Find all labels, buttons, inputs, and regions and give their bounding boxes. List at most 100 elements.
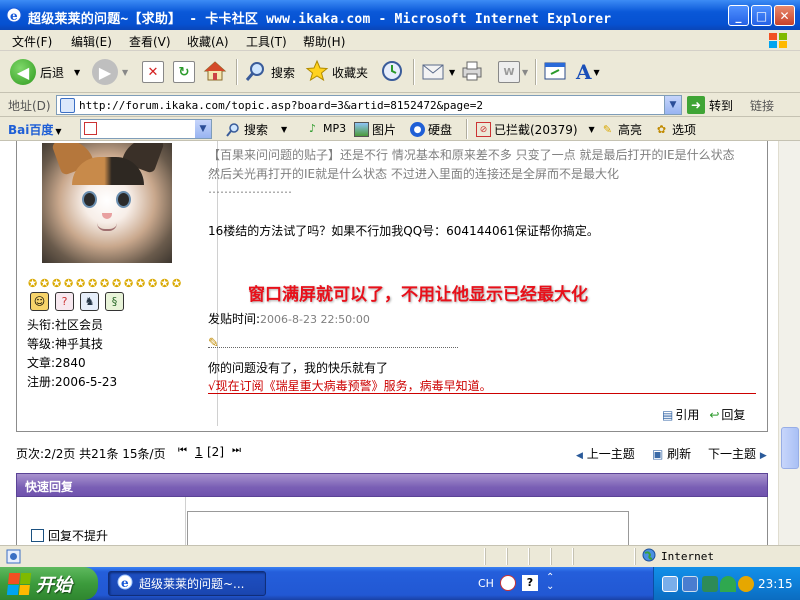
forward-button[interactable]: ▶ ▼ [92,56,128,88]
pencil-icon: ✎ [208,336,219,351]
stop-button[interactable]: ✕ [142,56,164,88]
no-bump-checkbox[interactable] [31,529,44,542]
close-button[interactable]: ✕ [774,5,795,26]
star-icon: ✪ [136,277,146,290]
menu-file[interactable]: 文件(F) [12,33,52,50]
edit-button[interactable]: W ▼ [498,56,528,88]
messenger-button[interactable] [543,56,567,88]
highlight-button[interactable]: ✎ 高亮 [600,121,642,138]
network-icon[interactable] [662,576,678,592]
drive-label: 硬盘 [428,123,453,137]
drive-button[interactable]: ● 硬盘 [410,121,452,138]
history-button[interactable] [380,56,404,88]
post-time: 发贴时间:2006-8-23 22:50:00 [208,310,370,327]
taskbar-window-label: 超级莱莱的问题~... [139,577,245,591]
print-button[interactable] [460,56,484,88]
prev-topic-link[interactable]: ◀ 上一主题 [576,445,635,462]
quote-button[interactable]: ▤ 引用 [662,406,699,423]
page-status-icon [6,549,21,567]
menu-help[interactable]: 帮助(H) [303,33,345,50]
search-icon [244,59,268,86]
reply-textarea[interactable] [187,511,629,545]
baidu-search-button[interactable]: 搜索 ▼ [226,121,287,138]
windows-logo-icon [766,31,790,50]
highlight-text: 窗口满屏就可以了，不用让他显示已经最大化 [248,285,588,305]
svg-text:e: e [121,576,129,590]
search-label: 搜索 [271,65,296,80]
baidu-search-input[interactable]: ▼ [80,119,212,139]
home-button[interactable] [203,56,227,88]
ime-arrows-icon[interactable]: ⌃ ⌄ [546,573,554,592]
post-actions: ▤ 引用 ↩ 回复 [662,406,745,423]
help-icon[interactable]: ? [522,575,538,591]
antivirus-icon[interactable] [702,576,718,592]
mail-button[interactable]: ▼ [421,56,455,88]
font-size-icon: A [576,60,592,84]
ad-link[interactable]: √现在订阅《瑞星重大病毒预警》服务，病毒早知道。 [208,377,492,394]
start-button[interactable]: 开始 [0,567,98,600]
svg-text:e: e [10,9,18,23]
search-button[interactable]: 搜索 [244,56,295,88]
first-page-icon[interactable]: ⏮ [178,445,187,456]
back-arrow-icon: ◀ [10,59,36,85]
minimize-button[interactable]: _ [728,5,749,26]
ime-indicator[interactable]: CH [478,577,494,590]
go-button[interactable]: ➜ 转到 [687,96,733,114]
baidu-logo[interactable]: Bai百度 ▼ [8,121,62,138]
display-icon[interactable] [682,576,698,592]
title-bar[interactable]: e 超级莱莱的问题~【求助】 - 卡卡社区 www.ikaka.com - Mi… [0,0,800,30]
research-button[interactable]: A ▼ [576,56,600,88]
menu-tools[interactable]: 工具(T) [246,33,287,50]
popup-blocker-button[interactable]: ⊘ 已拦截(20379) ▼ [476,121,595,138]
refresh-button[interactable]: ↻ [173,56,195,88]
no-bump-option[interactable]: 回复不提升 [31,527,108,544]
back-button[interactable]: ◀ 后退 ▼ [10,56,80,88]
links-button[interactable]: 链接 [750,97,774,114]
star-icon: ✪ [88,277,98,290]
user-badges: ☺ ? ♞ § [30,292,124,311]
animal-badge-icon[interactable]: ♞ [80,292,99,311]
umbrella-icon[interactable] [720,576,736,592]
last-page-icon[interactable]: ⏭ [232,445,241,456]
vertical-scrollbar[interactable] [778,141,800,545]
window-icon [543,60,567,85]
ime-tool-icon[interactable] [500,575,516,591]
home-icon [203,59,227,86]
address-input[interactable]: http://forum.ikaka.com/topic.asp?board=3… [56,95,682,115]
search-icon [226,122,241,137]
page-content: ✪ ✪ ✪ ✪ ✪ ✪ ✪ ✪ ✪ ✪ ✪ ✪ ✪ ☺ ? ♞ § 头衔:社区会员 等级:神乎其技 文章… [0,141,778,545]
maximize-button[interactable]: □ [751,5,772,26]
scrollbar-thumb[interactable] [781,427,799,469]
snake-badge-icon[interactable]: § [105,292,124,311]
chevron-down-icon: ▼ [74,67,81,77]
reply-button[interactable]: ↩ 回复 [709,406,745,423]
next-topic-link[interactable]: 下一主题 ▶ [708,445,767,462]
chevron-down-icon[interactable]: ▼ [195,120,211,138]
quote-label: 引用 [675,408,700,422]
menu-view[interactable]: 查看(V) [129,33,171,50]
favorites-button[interactable]: 收藏夹 [305,56,368,88]
menu-favorites[interactable]: 收藏(A) [187,33,229,50]
volume-icon[interactable] [738,576,754,592]
page-icon [84,122,97,135]
mp3-button[interactable]: ♪ MP3 [305,121,346,136]
address-url[interactable]: http://forum.ikaka.com/topic.asp?board=3… [79,99,483,112]
avatar [42,143,172,263]
chevron-down-icon[interactable]: ▼ [664,96,681,114]
user-stars: ✪ ✪ ✪ ✪ ✪ ✪ ✪ ✪ ✪ ✪ ✪ ✪ ✪ [28,278,183,289]
menu-edit[interactable]: 编辑(E) [71,33,112,50]
refresh-link[interactable]: ▣ 刷新 [652,445,691,462]
gold-badge-icon[interactable]: ☺ [30,292,49,311]
ie-icon: e [117,574,133,593]
music-icon: ♪ [308,122,317,135]
image-button[interactable]: 图片 [354,121,396,138]
blocker-icon: ⊘ [476,122,491,137]
question-badge-icon[interactable]: ? [55,292,74,311]
options-button[interactable]: ✿ 选项 [654,121,696,138]
taskbar-ie-window[interactable]: e 超级莱莱的问题~... [108,571,266,596]
clock[interactable]: 23:15 [758,577,793,591]
blocked-count: 已拦截(20379) [494,123,578,137]
system-tray: 23:15 [653,567,800,600]
quoted-text-line1: 【百果来问问题的贴子】还是不行 情况基本和原来差不多 只变了一点 就是最后打开的… [208,148,735,162]
page-1-link[interactable]: 1 [195,445,203,459]
